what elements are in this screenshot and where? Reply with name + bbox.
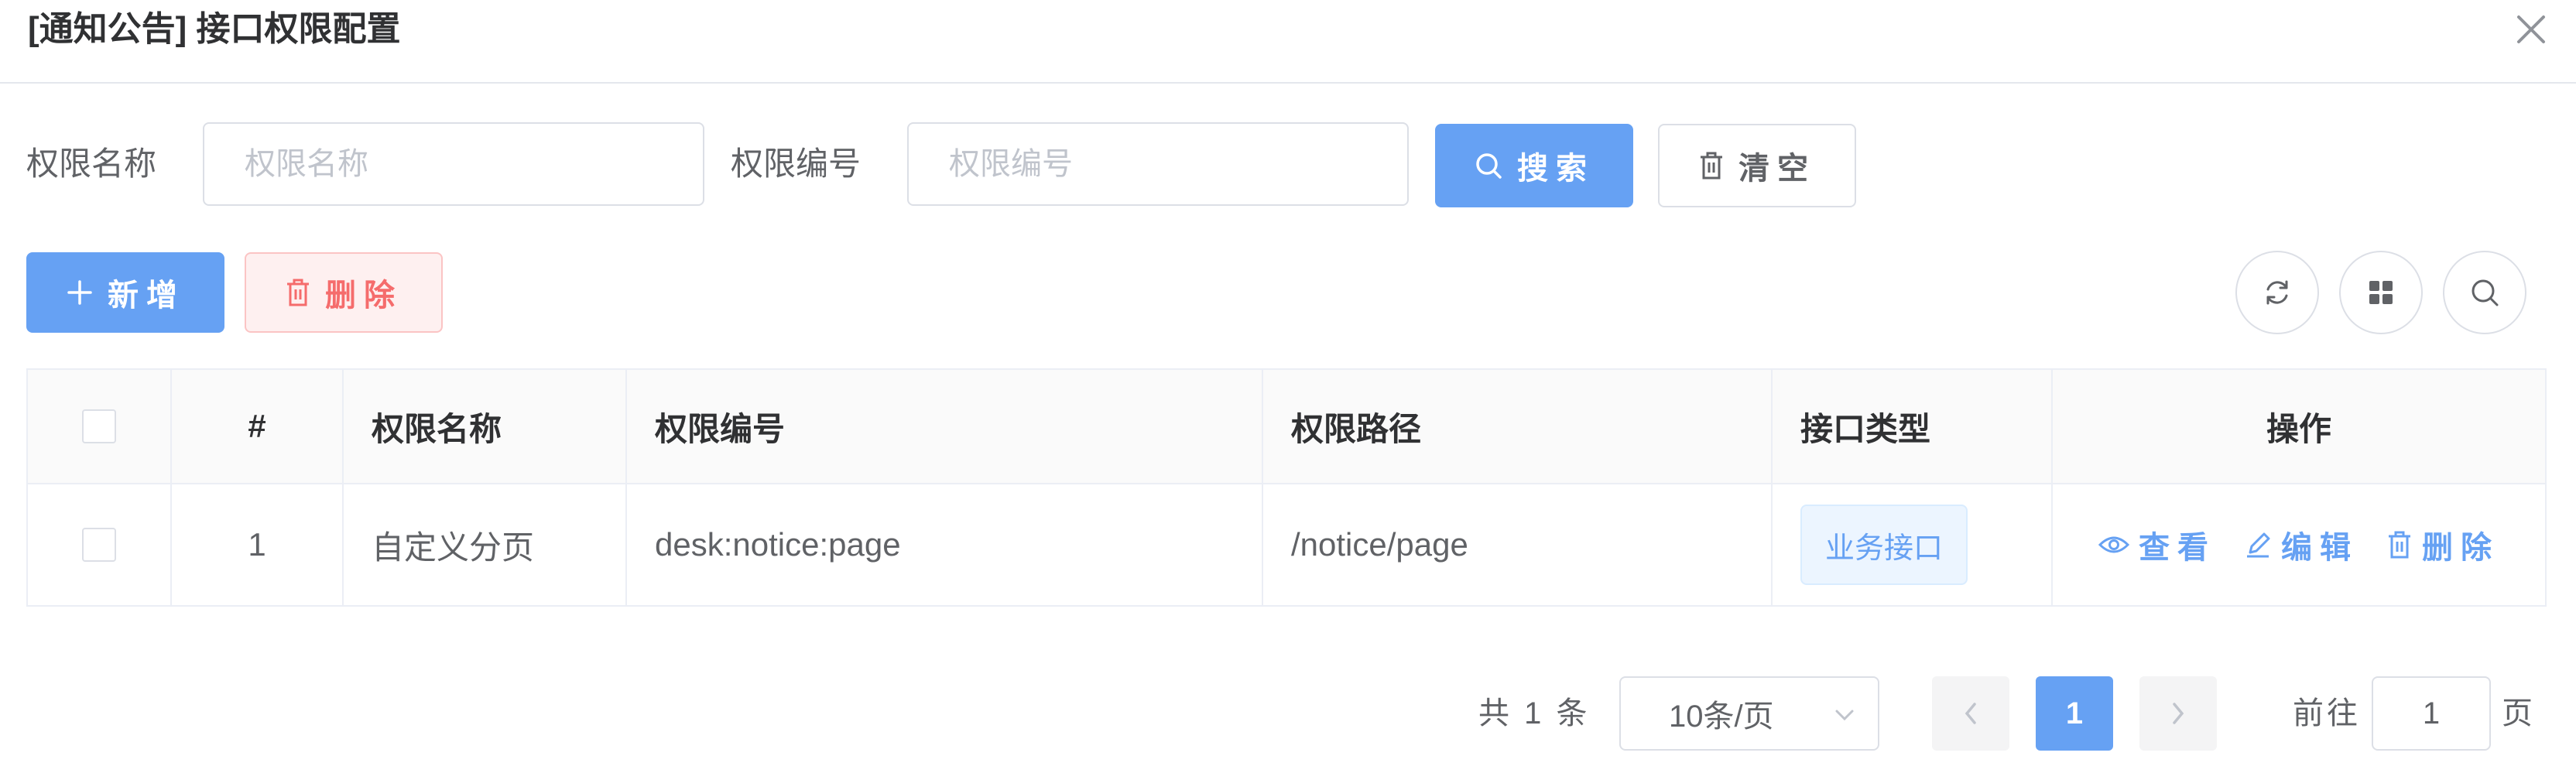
row-select-cell xyxy=(28,484,172,605)
permission-name-label: 权限名称 xyxy=(26,145,157,182)
row-delete-link-label: 删除 xyxy=(2422,531,2499,565)
table-header: # 权限名称 权限编号 权限路径 接口类型 操作 xyxy=(28,370,2545,484)
page-size-value: 10条/页 xyxy=(1669,700,1774,734)
column-header-name: 权限名称 xyxy=(344,370,627,483)
row-type-cell: 业务接口 xyxy=(1773,484,2053,605)
clear-button[interactable]: 清空 xyxy=(1658,124,1856,207)
edit-link[interactable]: 编辑 xyxy=(2244,522,2358,567)
delete-button-label: 删除 xyxy=(325,279,402,313)
clear-button-label: 清空 xyxy=(1738,152,1816,186)
column-header-path: 权限路径 xyxy=(1263,370,1773,483)
permission-table: # 权限名称 权限编号 权限路径 接口类型 操作 1 自定义分页 desk:no… xyxy=(26,368,2547,607)
select-all-checkbox[interactable] xyxy=(82,409,116,443)
page-number-button[interactable]: 1 xyxy=(2036,676,2113,751)
page-suffix-label: 页 xyxy=(2502,696,2536,730)
dialog-header: [通知公告] 接口权限配置 xyxy=(0,0,2576,84)
row-delete-link[interactable]: 删除 xyxy=(2386,522,2499,567)
chevron-down-icon xyxy=(1835,710,1854,721)
columns-button[interactable] xyxy=(2339,251,2423,334)
row-checkbox[interactable] xyxy=(82,528,116,562)
row-path: /notice/page xyxy=(1263,484,1773,605)
grid-icon xyxy=(2369,281,2393,304)
goto-label: 前往 xyxy=(2293,696,2361,730)
permission-code-label: 权限编号 xyxy=(731,145,862,182)
edit-icon xyxy=(2247,532,2270,558)
permission-name-input[interactable] xyxy=(203,122,704,206)
search-button[interactable]: 搜索 xyxy=(1435,124,1633,207)
view-link[interactable]: 查看 xyxy=(2098,522,2216,567)
table-row: 1 自定义分页 desk:notice:page /notice/page 业务… xyxy=(28,484,2545,605)
pagination-total: 共 1 条 xyxy=(1478,696,1591,730)
refresh-button[interactable] xyxy=(2235,251,2319,334)
column-header-type: 接口类型 xyxy=(1773,370,2053,483)
search-toggle-button[interactable] xyxy=(2443,251,2526,334)
interface-type-tag: 业务接口 xyxy=(1800,505,1968,585)
eye-icon xyxy=(2098,536,2129,553)
trash-icon xyxy=(2389,531,2410,559)
page-size-select[interactable]: 10条/页 xyxy=(1619,676,1879,751)
chevron-right-icon xyxy=(2173,703,2184,724)
delete-button[interactable]: 删除 xyxy=(245,252,443,333)
row-index: 1 xyxy=(172,484,344,605)
row-name: 自定义分页 xyxy=(344,484,627,605)
column-header-index: # xyxy=(172,370,344,483)
edit-link-label: 编辑 xyxy=(2281,531,2358,565)
next-page-button[interactable] xyxy=(2139,676,2217,751)
search-icon xyxy=(1476,153,1502,179)
prev-page-button[interactable] xyxy=(1932,676,2009,751)
permission-code-input[interactable] xyxy=(907,122,1409,206)
refresh-icon xyxy=(2266,280,2288,305)
add-button-label: 新增 xyxy=(108,279,185,313)
dialog-title: [通知公告] 接口权限配置 xyxy=(28,10,401,48)
search-icon xyxy=(2472,279,2499,306)
goto-page-input[interactable] xyxy=(2372,676,2491,751)
header-select-cell xyxy=(28,370,172,483)
plus-icon xyxy=(67,280,92,305)
trash-icon xyxy=(287,279,309,306)
trash-icon xyxy=(1701,152,1722,180)
column-header-code: 权限编号 xyxy=(627,370,1263,483)
chevron-left-icon xyxy=(1965,703,1976,724)
row-code: desk:notice:page xyxy=(627,484,1263,605)
add-button[interactable]: 新增 xyxy=(26,252,224,333)
row-actions-cell: 查看 编辑 删除 xyxy=(2053,484,2545,605)
close-icon[interactable] xyxy=(2513,11,2550,48)
column-header-actions: 操作 xyxy=(2266,410,2331,447)
view-link-label: 查看 xyxy=(2139,531,2216,565)
search-button-label: 搜索 xyxy=(1517,152,1595,186)
